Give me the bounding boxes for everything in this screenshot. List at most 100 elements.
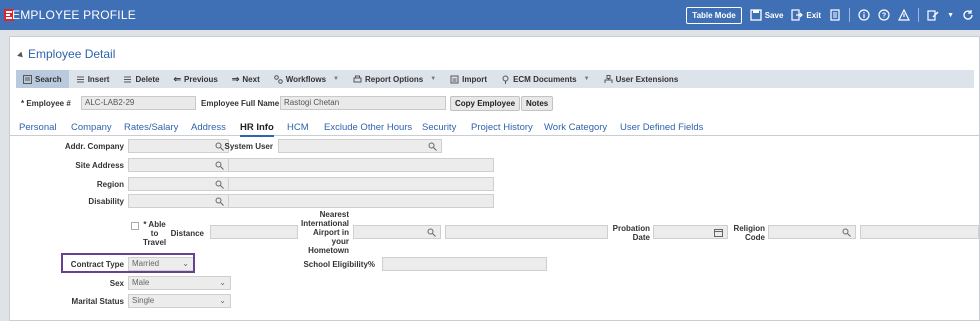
site-address-field[interactable]: [128, 158, 229, 172]
next-button[interactable]: ⇒ Next: [225, 70, 267, 88]
toolbar-divider: [918, 8, 920, 22]
refresh-icon[interactable]: [962, 9, 974, 21]
tab-hcm[interactable]: HCM: [287, 122, 309, 133]
tab-project-history[interactable]: Project History: [471, 122, 533, 133]
sex-label: Sex: [109, 279, 124, 288]
import-icon: [450, 75, 459, 83]
user-extensions-button[interactable]: User Extensions: [597, 70, 686, 88]
arrow-left-icon: ⇐: [173, 73, 182, 84]
svg-text:?: ?: [882, 13, 886, 20]
save-label: Save: [764, 10, 784, 20]
copy-employee-button[interactable]: Copy Employee: [450, 96, 521, 111]
table-mode-button[interactable]: Table Mode: [686, 6, 742, 24]
search-icon[interactable]: [215, 142, 224, 151]
airport-description-field[interactable]: [445, 225, 608, 239]
employee-header-row: * Employee # ALC-LAB2-29 Employee Full N…: [18, 96, 968, 111]
help-icon[interactable]: ?: [878, 9, 890, 21]
section-title: Employee Detail: [28, 47, 116, 61]
region-description-field[interactable]: [228, 177, 494, 191]
sex-value: Male: [132, 278, 150, 287]
search-icon: [23, 74, 32, 84]
sex-select[interactable]: Male ⌄: [128, 276, 231, 290]
employee-id-field[interactable]: ALC-LAB2-29: [81, 96, 196, 110]
religion-code-field[interactable]: [768, 225, 856, 239]
school-eligibility-field[interactable]: [382, 257, 547, 271]
distance-field[interactable]: [210, 225, 298, 239]
user-extensions-icon: [604, 74, 613, 83]
search-icon[interactable]: [215, 180, 224, 189]
arrow-right-icon: ⇒: [231, 73, 240, 84]
probation-date-label: Probation Date: [613, 224, 650, 242]
disability-field[interactable]: [128, 194, 229, 208]
airport-field[interactable]: [353, 225, 441, 239]
region-field[interactable]: [128, 177, 229, 191]
able-to-travel-checkbox[interactable]: [131, 222, 139, 230]
search-icon[interactable]: [427, 228, 436, 237]
tab-personal[interactable]: Personal: [19, 122, 57, 133]
marital-status-select[interactable]: Single ⌄: [128, 294, 231, 308]
marital-status-value: Single: [132, 296, 155, 305]
delete-label: Delete: [135, 74, 160, 84]
previous-button[interactable]: ⇐ Previous: [167, 70, 225, 88]
exit-label: Exit: [806, 10, 822, 20]
system-user-field[interactable]: [278, 139, 442, 153]
airport-label-line5: Hometown: [308, 246, 349, 255]
import-button[interactable]: Import: [443, 70, 494, 88]
religion-code-label: Religion Code: [733, 224, 765, 242]
delete-button[interactable]: Delete: [116, 70, 166, 88]
airport-label: Nearest International Airport in your Ho…: [301, 210, 349, 255]
save-icon: [750, 9, 762, 21]
airport-label-line4: your: [331, 237, 349, 246]
report-options-button[interactable]: Report Options ▼: [346, 70, 443, 88]
airport-label-line1: Nearest: [319, 210, 349, 219]
tab-work-category[interactable]: Work Category: [544, 122, 607, 133]
chevron-down-icon: ▼: [583, 76, 590, 82]
religion-code-label-line2: Code: [745, 233, 765, 242]
next-label: Next: [242, 74, 260, 84]
addr-company-field[interactable]: [128, 139, 229, 153]
tab-rates-salary[interactable]: Rates/Salary: [124, 122, 178, 133]
site-address-label: Site Address: [75, 161, 124, 170]
site-address-description-field[interactable]: [228, 158, 494, 172]
save-button[interactable]: Save: [750, 9, 784, 21]
tab-bar: Personal Company Rates/Salary Address HR…: [10, 118, 979, 137]
insert-button[interactable]: Insert: [69, 70, 117, 88]
system-user-label: System User: [224, 142, 273, 151]
chevron-down-icon[interactable]: ▼: [947, 12, 954, 19]
able-to-travel-label-line1: * Able: [143, 220, 166, 229]
report-icon[interactable]: [829, 9, 841, 21]
employee-name-field[interactable]: Rastogi Chetan: [280, 96, 446, 110]
probation-date-field[interactable]: [653, 225, 728, 239]
disability-description-field[interactable]: [228, 194, 494, 208]
tab-company[interactable]: Company: [71, 122, 112, 133]
tab-hr-info[interactable]: HR Info: [240, 122, 274, 137]
info-icon[interactable]: [858, 9, 870, 21]
section-header[interactable]: Employee Detail: [17, 47, 116, 61]
tab-security[interactable]: Security: [422, 122, 456, 133]
warning-icon[interactable]: [898, 9, 911, 21]
contract-type-highlight: [61, 253, 195, 273]
import-label: Import: [462, 74, 488, 84]
exit-button[interactable]: Exit: [791, 9, 821, 21]
workflow-icon: [273, 74, 283, 84]
able-to-travel-label-line3: Travel: [143, 238, 167, 247]
tab-address[interactable]: Address: [191, 122, 226, 133]
employee-name-label: Employee Full Name: [201, 99, 280, 108]
ecm-documents-button[interactable]: ECM Documents ▼: [494, 70, 597, 88]
religion-description-field[interactable]: [860, 225, 979, 239]
able-to-travel-label: * Able to Travel: [143, 220, 166, 247]
toolbar-divider: [849, 8, 851, 22]
edit-icon[interactable]: [927, 9, 939, 21]
workflows-button[interactable]: Workflows ▼: [267, 70, 346, 88]
chevron-down-icon: ⌄: [219, 278, 226, 287]
notes-button[interactable]: Notes: [521, 96, 554, 111]
search-icon[interactable]: [428, 142, 437, 151]
collapse-icon: [17, 51, 25, 59]
tab-user-defined-fields[interactable]: User Defined Fields: [620, 122, 703, 133]
search-icon[interactable]: [842, 228, 851, 237]
calendar-icon[interactable]: [714, 228, 723, 237]
tab-exclude-other-hours[interactable]: Exclude Other Hours: [324, 122, 412, 133]
search-icon[interactable]: [215, 161, 224, 170]
search-button[interactable]: Search: [16, 70, 69, 88]
search-icon[interactable]: [215, 197, 224, 206]
